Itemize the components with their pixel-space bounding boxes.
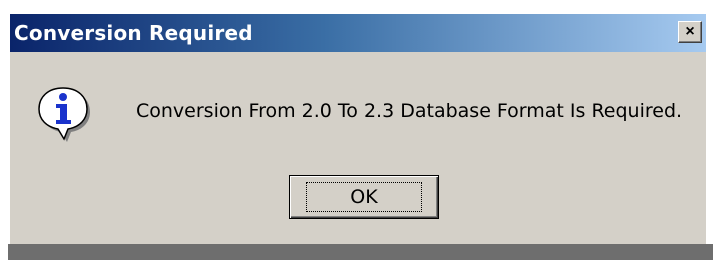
close-button[interactable]: × — [678, 21, 702, 43]
ok-button-label: OK — [306, 182, 422, 212]
conversion-dialog: Conversion Required × Conversion From 2.… — [8, 12, 706, 244]
ok-button[interactable]: OK — [289, 175, 439, 219]
window-bottom-edge — [8, 244, 713, 260]
message-text: Conversion From 2.0 To 2.3 Database Form… — [136, 100, 683, 122]
info-icon — [34, 84, 92, 142]
screen: Conversion Required × Conversion From 2.… — [0, 0, 713, 260]
close-icon: × — [685, 23, 695, 40]
dialog-title: Conversion Required — [14, 21, 253, 45]
title-bar[interactable]: Conversion Required × — [10, 14, 706, 52]
